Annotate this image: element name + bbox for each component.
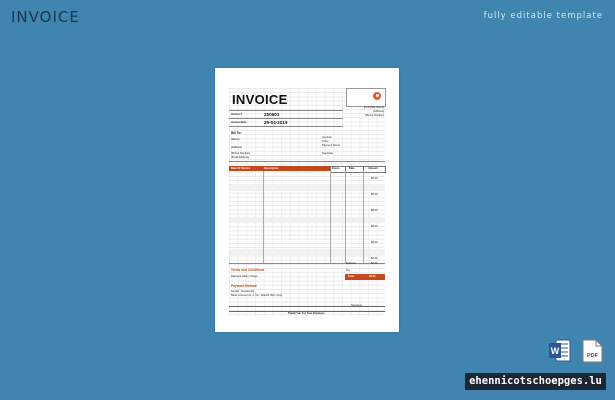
- header-title: INVOICE: [11, 8, 80, 26]
- table-row-amount: $0.00: [371, 225, 378, 228]
- table-row-amount: $0.00: [371, 209, 378, 212]
- brand-badge[interactable]: ehennicotschoepges.lu: [465, 373, 606, 390]
- table-row-amount: $0.00: [371, 241, 378, 244]
- due-date-label: Due Date: [322, 152, 333, 155]
- pdf-icon-label: PDF: [587, 353, 599, 359]
- spreadsheet-grid: [229, 88, 385, 316]
- header-subtitle: fully editable template: [483, 11, 603, 21]
- invoice-number-label: Invoice #: [231, 113, 243, 116]
- invoice-document: INVOICE [Company Name] [Address] [Phone …: [229, 88, 386, 316]
- invoice-date-label: Invoice Date: [231, 121, 247, 124]
- invoice-number: 250903: [264, 111, 280, 117]
- col-description: Description: [264, 166, 279, 170]
- payment-method-title: Payment Method: [231, 284, 257, 288]
- logo-icon: [373, 92, 381, 100]
- pdf-file-icon[interactable]: PDF: [582, 339, 603, 363]
- col-rate: Rate: [349, 166, 355, 170]
- order-label: Order: [322, 140, 329, 143]
- bill-name: [Name]: [231, 138, 240, 141]
- word-file-icon[interactable]: W: [549, 339, 571, 362]
- subtotal-value: $0.00: [371, 262, 378, 265]
- col-date-of-service: Date Of Service: [231, 166, 251, 170]
- signature-label: Signature: [351, 304, 363, 307]
- invoice-preview: INVOICE [Company Name] [Address] [Phone …: [215, 68, 399, 332]
- subtotal-label: Subtotal: [346, 262, 356, 265]
- payment-sender: Sender: [Sender ID]: [231, 290, 254, 293]
- table-row-amount: $0.00: [371, 177, 378, 180]
- terms-text: Payment within 7 Days: [231, 275, 258, 278]
- bill-phone: [Phone Number]: [231, 152, 250, 155]
- bill-address: [Address]: [231, 146, 242, 149]
- contract-label: Contract: [322, 136, 332, 139]
- payment-bank: Bank: Account no. 0, No., Branch, BIC, C…: [231, 294, 283, 297]
- logo-box: [346, 88, 386, 107]
- bill-email: [Email Address]: [231, 156, 250, 159]
- invoice-date: 25-04-2019: [264, 119, 288, 125]
- col-hours: Hours: [332, 166, 340, 170]
- bill-to-label: Bill To:: [231, 131, 242, 135]
- tax-label: Tax: [346, 269, 351, 272]
- thank-you-text: Thank You For Your Business: [288, 312, 325, 315]
- total-label: Total: [348, 275, 355, 278]
- payment-terms-label: Payment Terms: [322, 144, 340, 147]
- col-amount: Amount: [368, 166, 378, 170]
- company-phone: [Phone Number]: [365, 114, 384, 117]
- table-row-amount: $0.00: [371, 257, 378, 260]
- total-value: $0.00: [369, 275, 376, 278]
- terms-title: Terms and Conditions: [231, 268, 265, 272]
- invoice-title: INVOICE: [232, 92, 288, 107]
- word-icon-letter: W: [551, 346, 560, 356]
- company-name: [Company Name]: [363, 106, 384, 109]
- company-address: [Address]: [373, 110, 384, 113]
- table-row-amount: $0.00: [371, 193, 378, 196]
